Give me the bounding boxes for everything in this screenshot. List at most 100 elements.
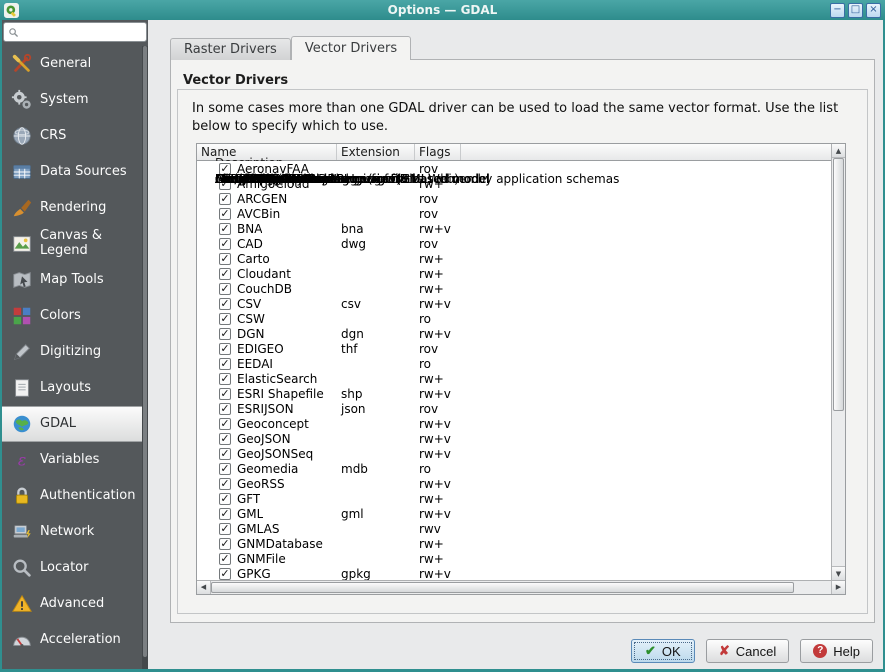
- driver-flags: ro: [415, 357, 461, 371]
- table-row[interactable]: ✓Cloudantrw+Cloudant / CouchDB: [197, 266, 831, 281]
- driver-checkbox[interactable]: ✓: [219, 388, 231, 400]
- table-row[interactable]: ✓GeoJSONrw+vGeoJSON: [197, 431, 831, 446]
- table-row[interactable]: ✓GNMDatabaserw+Geographic Network generi…: [197, 536, 831, 551]
- table-row[interactable]: ✓ESRI Shapefileshprw+vESRI Shapefile: [197, 386, 831, 401]
- driver-checkbox[interactable]: ✓: [219, 538, 231, 550]
- driver-checkbox[interactable]: ✓: [219, 523, 231, 535]
- table-row[interactable]: ✓GeoJSONSeqrw+vGeoJSON Sequence: [197, 446, 831, 461]
- table-row[interactable]: ✓EDIGEOthfrovFrench EDIGEO exchange form…: [197, 341, 831, 356]
- table-row[interactable]: ✓ElasticSearchrw+Elastic Search: [197, 371, 831, 386]
- help-button[interactable]: ? Help: [800, 639, 873, 663]
- driver-checkbox[interactable]: ✓: [219, 553, 231, 565]
- sidebar-item-system[interactable]: System: [2, 82, 142, 118]
- driver-checkbox[interactable]: ✓: [219, 328, 231, 340]
- driver-checkbox[interactable]: ✓: [219, 433, 231, 445]
- driver-checkbox[interactable]: ✓: [219, 463, 231, 475]
- table-row[interactable]: ✓ARCGENrovArc/Info Generate: [197, 191, 831, 206]
- vertical-scrollbar[interactable]: ▲ ▼: [831, 144, 845, 580]
- table-row[interactable]: ✓GNMFilerw+Geographic Network generic fi…: [197, 551, 831, 566]
- driver-checkbox[interactable]: ✓: [219, 568, 231, 580]
- table-row[interactable]: ✓DGNdgnrw+vMicrostation DGN: [197, 326, 831, 341]
- digitizing-icon: [10, 340, 34, 364]
- scroll-right-icon[interactable]: ▶: [831, 581, 845, 594]
- gears-icon: [10, 88, 34, 112]
- driver-checkbox[interactable]: ✓: [219, 403, 231, 415]
- driver-name-cell: ✓GeoRSS: [197, 477, 337, 491]
- sidebar-item-layouts[interactable]: Layouts: [2, 370, 142, 406]
- scroll-left-icon[interactable]: ◀: [197, 581, 211, 594]
- driver-name: ESRI Shapefile: [237, 387, 324, 401]
- scroll-up-icon[interactable]: ▲: [832, 144, 845, 158]
- table-row[interactable]: ✓EEDAIroEarth Engine Data API Image: [197, 356, 831, 371]
- table-row[interactable]: ✓CSWroOGC CSW (Catalog Service for the W…: [197, 311, 831, 326]
- table-row[interactable]: ✓Geoconceptrw+vGeoconcept: [197, 416, 831, 431]
- sidebar-item-rendering[interactable]: Rendering: [2, 190, 142, 226]
- tab-bar: Raster DriversVector Drivers: [170, 36, 411, 60]
- sidebar-item-gdal[interactable]: GDAL: [2, 406, 142, 442]
- titlebar[interactable]: Options — GDAL −□×: [0, 0, 885, 20]
- sidebar-item-digitizing[interactable]: Digitizing: [2, 334, 142, 370]
- sidebar-item-general[interactable]: General: [2, 46, 142, 82]
- driver-checkbox[interactable]: ✓: [219, 298, 231, 310]
- close-button[interactable]: ×: [866, 3, 881, 18]
- ok-button[interactable]: ✔ OK: [631, 639, 695, 663]
- driver-checkbox[interactable]: ✓: [219, 418, 231, 430]
- horizontal-scrollbar-thumb[interactable]: [211, 582, 794, 593]
- table-row[interactable]: ✓CSVcsvrw+vComma Separated Value (.csv): [197, 296, 831, 311]
- table-body: ✓AeronavFAArovAeronav FAA✓AmigoCloudrw+A…: [197, 161, 831, 580]
- table-row[interactable]: ✓GeomediamdbroGeomedia .mdb: [197, 461, 831, 476]
- vertical-scrollbar-track[interactable]: [832, 158, 845, 566]
- horizontal-scrollbar-track[interactable]: [211, 581, 831, 594]
- sidebar-item-network[interactable]: Network: [2, 514, 142, 550]
- table-row[interactable]: ✓GeoRSSrw+vGeoRSS: [197, 476, 831, 491]
- sidebar-item-locator[interactable]: Locator: [2, 550, 142, 586]
- scroll-down-icon[interactable]: ▼: [832, 566, 845, 580]
- table-row[interactable]: ✓ESRIJSONjsonrovESRIJSON: [197, 401, 831, 416]
- driver-checkbox[interactable]: ✓: [219, 448, 231, 460]
- table-row[interactable]: ✓GMLASrwvGeography Markup Language (GML)…: [197, 521, 831, 536]
- table-row[interactable]: ✓CADdwgrovAutoCAD Driver: [197, 236, 831, 251]
- driver-checkbox[interactable]: ✓: [219, 223, 231, 235]
- table-row[interactable]: ✓GPKGgpkgrw+vGeoPackage: [197, 566, 831, 580]
- tab-vector-drivers[interactable]: Vector Drivers: [291, 36, 411, 60]
- sidebar-item-map-tools[interactable]: Map Tools: [2, 262, 142, 298]
- sidebar-item-crs[interactable]: CRS: [2, 118, 142, 154]
- sidebar-item-label: Rendering: [40, 201, 106, 216]
- search-input[interactable]: [22, 25, 142, 39]
- driver-checkbox[interactable]: ✓: [219, 283, 231, 295]
- driver-checkbox[interactable]: ✓: [219, 373, 231, 385]
- horizontal-scrollbar[interactable]: ◀ ▶: [197, 580, 845, 594]
- driver-checkbox[interactable]: ✓: [219, 238, 231, 250]
- cancel-button[interactable]: ✘ Cancel: [706, 639, 789, 663]
- table-row[interactable]: ✓AVCBinrovArc/Info Binary Coverage: [197, 206, 831, 221]
- tab-raster-drivers[interactable]: Raster Drivers: [170, 38, 291, 60]
- table-row[interactable]: ✓CouchDBrw+CouchDB / GeoCouch: [197, 281, 831, 296]
- driver-checkbox[interactable]: ✓: [219, 343, 231, 355]
- driver-checkbox[interactable]: ✓: [219, 193, 231, 205]
- sidebar-item-advanced[interactable]: Advanced: [2, 586, 142, 622]
- driver-checkbox[interactable]: ✓: [219, 358, 231, 370]
- sidebar-item-variables[interactable]: εVariables: [2, 442, 142, 478]
- sidebar-item-data-sources[interactable]: Data Sources: [2, 154, 142, 190]
- driver-name: CSV: [237, 297, 261, 311]
- vertical-scrollbar-thumb[interactable]: [833, 158, 844, 411]
- sidebar-scrollbar-thumb[interactable]: [143, 46, 147, 657]
- sidebar-list: GeneralSystemCRSData Sources Rendering Can…: [2, 46, 142, 669]
- driver-checkbox[interactable]: ✓: [219, 208, 231, 220]
- maximize-button[interactable]: □: [848, 3, 863, 18]
- sidebar-item-acceleration[interactable]: Acceleration: [2, 622, 142, 658]
- sidebar-item-canvas-legend[interactable]: Canvas & Legend: [2, 226, 142, 262]
- driver-checkbox[interactable]: ✓: [219, 493, 231, 505]
- table-row[interactable]: ✓GFTrw+Google Fusion Tables: [197, 491, 831, 506]
- driver-checkbox[interactable]: ✓: [219, 313, 231, 325]
- table-row[interactable]: ✓Cartorw+Carto: [197, 251, 831, 266]
- driver-checkbox[interactable]: ✓: [219, 478, 231, 490]
- minimize-button[interactable]: −: [830, 3, 845, 18]
- driver-checkbox[interactable]: ✓: [219, 253, 231, 265]
- driver-checkbox[interactable]: ✓: [219, 268, 231, 280]
- sidebar-item-colors[interactable]: Colors: [2, 298, 142, 334]
- table-row[interactable]: ✓BNAbnarw+vAtlas BNA: [197, 221, 831, 236]
- table-row[interactable]: ✓GMLgmlrw+vGeography Markup Language (GM…: [197, 506, 831, 521]
- driver-checkbox[interactable]: ✓: [219, 508, 231, 520]
- sidebar-item-authentication[interactable]: Authentication: [2, 478, 142, 514]
